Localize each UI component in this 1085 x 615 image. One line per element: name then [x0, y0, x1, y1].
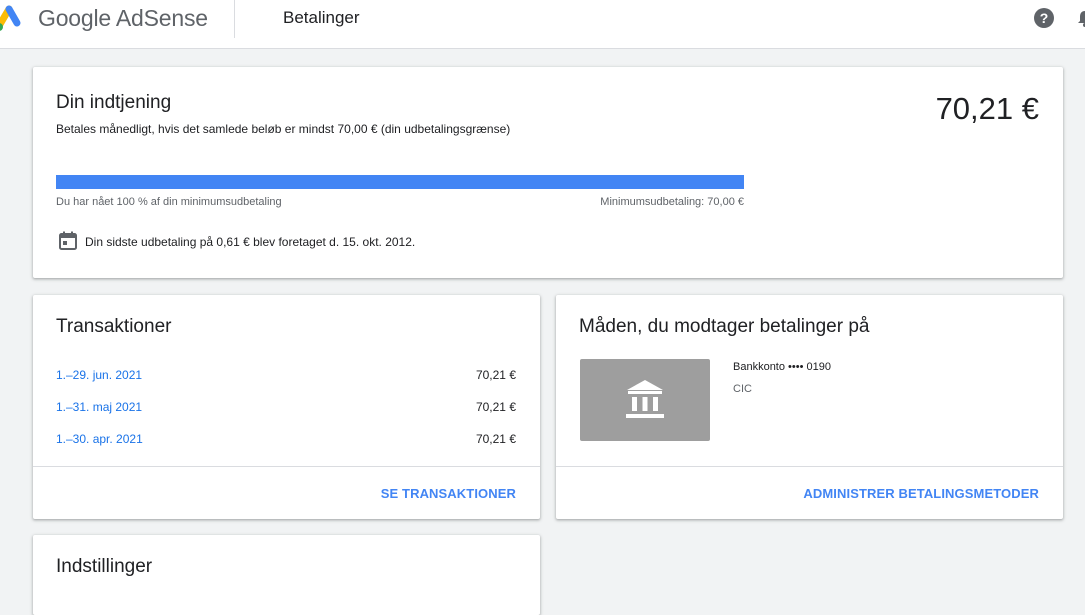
progress-caption: Du har nået 100 % af din minimumsudbetal… — [56, 196, 282, 208]
transaction-row: 1.–29. jun. 2021 70,21 € — [56, 368, 516, 388]
brand-name[interactable]: Google AdSense — [38, 5, 208, 32]
transactions-card: Transaktioner 1.–29. jun. 2021 70,21 € 1… — [33, 295, 540, 519]
svg-text:?: ? — [1040, 10, 1049, 26]
transaction-row: 1.–31. maj 2021 70,21 € — [56, 400, 516, 420]
last-payment-text: Din sidste udbetaling på 0,61 € blev for… — [85, 235, 416, 249]
earnings-title: Din indtjening — [56, 92, 172, 113]
transaction-amount: 70,21 € — [475, 400, 516, 414]
settings-card: Indstillinger — [33, 535, 540, 615]
transaction-row: 1.–30. apr. 2021 70,21 € — [56, 432, 516, 452]
threshold-caption: Minimumsudbetaling: 70,00 € — [600, 196, 744, 208]
earnings-amount: 70,21 € — [935, 91, 1039, 126]
transaction-period-link[interactable]: 1.–30. apr. 2021 — [56, 432, 143, 446]
see-transactions-button[interactable]: SE TRANSAKTIONER — [381, 486, 516, 501]
top-app-bar: Google AdSense Betalinger ? — [0, 0, 1085, 49]
transaction-period-link[interactable]: 1.–29. jun. 2021 — [56, 368, 142, 382]
manage-payment-methods-button[interactable]: ADMINISTRER BETALINGSMETODER — [803, 486, 1039, 501]
header-divider — [234, 0, 235, 38]
payment-method-card: Måden, du modtager betalinger på Bankkon… — [556, 295, 1063, 519]
payment-threshold-progress — [56, 175, 744, 189]
transaction-period-link[interactable]: 1.–31. maj 2021 — [56, 400, 142, 414]
card-divider — [556, 466, 1063, 467]
transaction-amount: 70,21 € — [475, 432, 516, 446]
calendar-icon — [59, 231, 77, 250]
transactions-title: Transaktioner — [56, 316, 172, 337]
help-icon[interactable]: ? — [1033, 7, 1055, 29]
settings-title: Indstillinger — [56, 556, 153, 577]
bank-icon — [626, 380, 664, 418]
earnings-card: Din indtjening Betales månedligt, hvis d… — [33, 67, 1063, 278]
page-title: Betalinger — [283, 8, 360, 27]
adsense-logo-icon[interactable] — [0, 4, 26, 34]
earnings-subtitle: Betales månedligt, hvis det samlede belø… — [56, 122, 511, 136]
progress-fill — [56, 175, 744, 189]
bank-name: CIC — [733, 383, 752, 395]
transaction-amount: 70,21 € — [475, 368, 516, 382]
payment-method-title: Måden, du modtager betalinger på — [579, 316, 870, 337]
bell-icon[interactable] — [1078, 9, 1085, 27]
bank-tile — [580, 359, 710, 441]
card-divider — [33, 466, 540, 467]
bank-account-number: Bankkonto •••• 0190 — [733, 361, 831, 373]
